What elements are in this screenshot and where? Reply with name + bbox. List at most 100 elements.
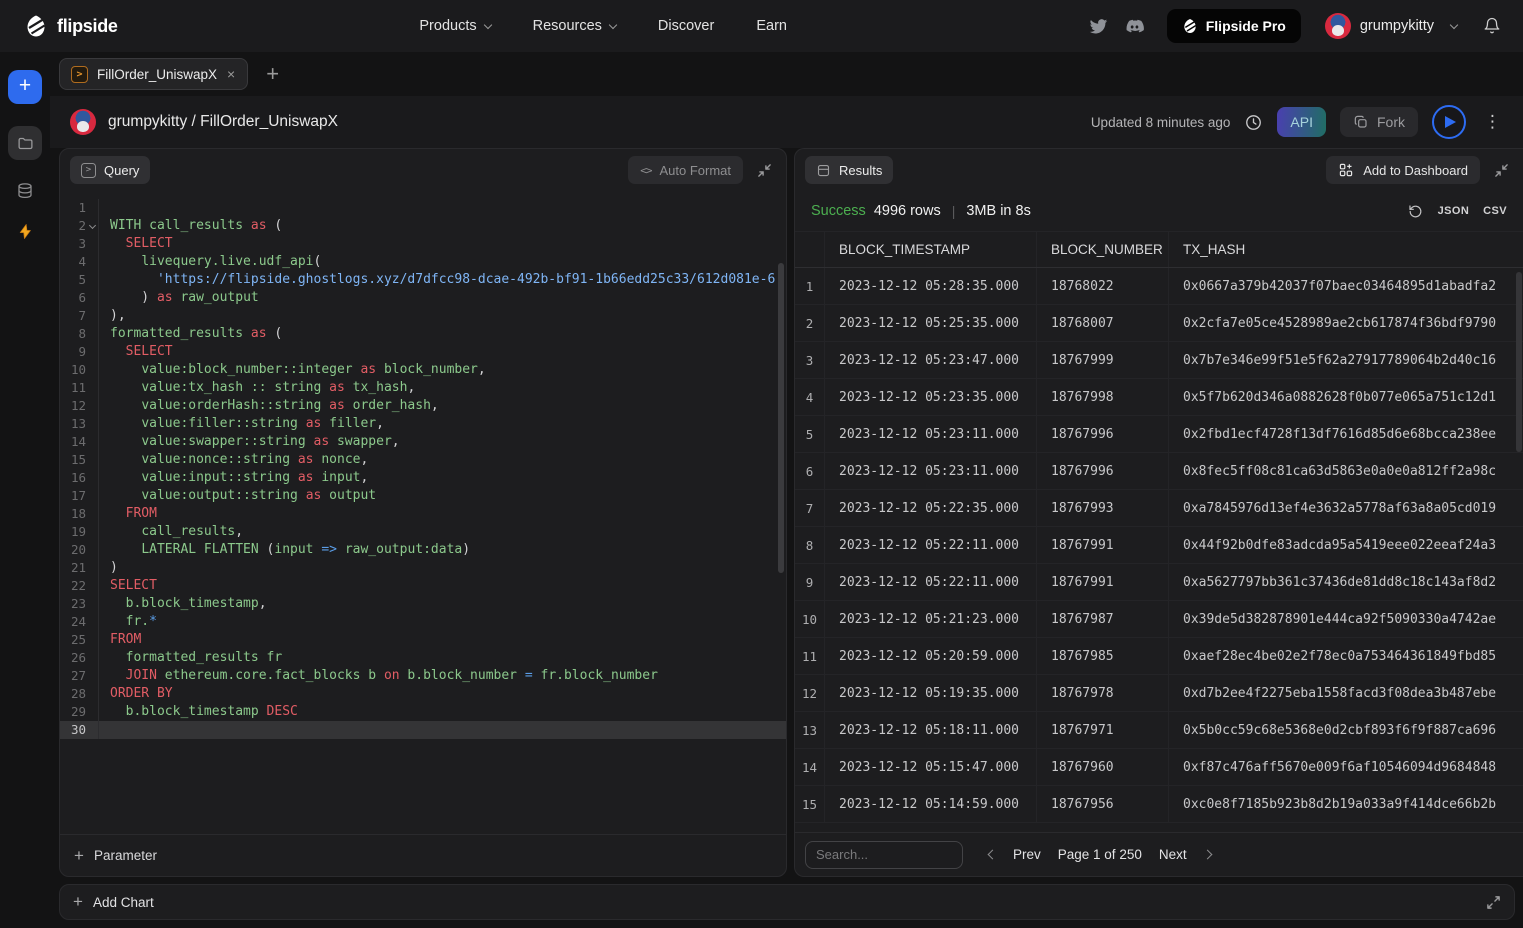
api-button[interactable]: API [1277, 107, 1326, 137]
username: grumpykitty [1360, 18, 1434, 34]
code-line[interactable]: 19 call_results, [60, 523, 786, 541]
avatar [1325, 13, 1351, 39]
code-line[interactable]: 11 value:tx_hash :: string as tx_hash, [60, 379, 786, 397]
notifications-bell-icon[interactable] [1483, 17, 1501, 35]
editor-scrollbar[interactable] [778, 263, 784, 573]
run-query-button[interactable] [1432, 105, 1466, 139]
code-line[interactable]: 16 value:input::string as input, [60, 469, 786, 487]
auto-format-button[interactable]: <> Auto Format [628, 156, 743, 184]
search-input[interactable] [805, 841, 963, 869]
code-line[interactable]: 8formatted_results as ( [60, 325, 786, 343]
column-tx-hash[interactable]: TX_HASH [1169, 232, 1523, 267]
plus-icon: + [74, 846, 84, 866]
table-row[interactable]: 32023-12-12 05:23:47.000187679990x7b7e34… [795, 342, 1523, 379]
code-line[interactable]: 6 ) as raw_output [60, 289, 786, 307]
code-line[interactable]: 17 value:output::string as output [60, 487, 786, 505]
dashboard-grid-icon [1338, 162, 1354, 178]
discord-icon[interactable] [1124, 16, 1145, 37]
code-line[interactable]: 18 FROM [60, 505, 786, 523]
code-line[interactable]: 13 value:filler::string as filler, [60, 415, 786, 433]
table-row[interactable]: 102023-12-12 05:21:23.000187679870x39de5… [795, 601, 1523, 638]
query-panel-tab[interactable]: > Query [70, 156, 150, 184]
export-csv-button[interactable]: CSV [1483, 205, 1507, 217]
fork-copy-icon [1353, 114, 1369, 130]
next-chevron-icon[interactable] [1202, 850, 1212, 860]
code-line[interactable]: 29 b.block_timestamp DESC [60, 703, 786, 721]
table-row[interactable]: 82023-12-12 05:22:11.000187679910x44f92b… [795, 527, 1523, 564]
run-history-icon[interactable] [1407, 203, 1424, 220]
flipside-logo[interactable]: flipside [24, 14, 118, 38]
code-line[interactable]: 21) [60, 559, 786, 577]
table-row[interactable]: 42023-12-12 05:23:35.000187679980x5f7b62… [795, 379, 1523, 416]
main-area: > FillOrder_UniswapX × + grumpykitty / F… [50, 52, 1523, 928]
flipside-pro-button[interactable]: Flipside Pro [1167, 9, 1301, 43]
table-row[interactable]: 142023-12-12 05:15:47.000187679600xf87c4… [795, 749, 1523, 786]
table-row[interactable]: 62023-12-12 05:23:11.000187679960x8fec5f… [795, 453, 1523, 490]
export-json-button[interactable]: JSON [1438, 205, 1470, 217]
code-line[interactable]: 27 JOIN ethereum.core.fact_blocks b on b… [60, 667, 786, 685]
new-query-button[interactable]: + [8, 70, 42, 104]
kebab-menu-icon[interactable]: ⋮ [1480, 112, 1505, 132]
history-clock-icon[interactable] [1244, 113, 1263, 132]
add-chart-bar[interactable]: + Add Chart [59, 884, 1515, 920]
play-icon [1445, 116, 1456, 128]
table-row[interactable]: 132023-12-12 05:18:11.000187679710x5b0cc… [795, 712, 1523, 749]
sql-editor[interactable]: 12WITH call_results as (3 SELECT4 livequ… [60, 191, 786, 834]
code-line[interactable]: 14 value:swapper::string as swapper, [60, 433, 786, 451]
code-line[interactable]: 2WITH call_results as ( [60, 217, 786, 235]
nav-item-resources[interactable]: Resources [533, 18, 616, 34]
code-line[interactable]: 9 SELECT [60, 343, 786, 361]
code-line[interactable]: 5 'https://flipside.ghostlogs.xyz/d7dfcc… [60, 271, 786, 289]
table-row[interactable]: 22023-12-12 05:25:35.000187680070x2cfa7e… [795, 305, 1523, 342]
add-to-dashboard-button[interactable]: Add to Dashboard [1326, 156, 1480, 184]
results-scrollbar[interactable] [1516, 272, 1522, 452]
code-line[interactable]: 1 [60, 199, 786, 217]
code-line[interactable]: 28ORDER BY [60, 685, 786, 703]
code-line[interactable]: 4 livequery.live.udf_api( [60, 253, 786, 271]
results-panel-tab[interactable]: Results [805, 156, 893, 184]
code-line[interactable]: 3 SELECT [60, 235, 786, 253]
column-block-timestamp[interactable]: BLOCK_TIMESTAMP [825, 232, 1037, 267]
code-line[interactable]: 25FROM [60, 631, 786, 649]
table-row[interactable]: 122023-12-12 05:19:35.000187679780xd7b2e… [795, 675, 1523, 712]
tab-fillorder-uniswapx[interactable]: > FillOrder_UniswapX × [59, 58, 248, 90]
code-line[interactable]: 30 [60, 721, 786, 739]
user-menu[interactable]: grumpykitty [1325, 13, 1457, 39]
prev-chevron-icon[interactable] [988, 850, 998, 860]
nav-item-discover[interactable]: Discover [658, 18, 714, 34]
twitter-icon[interactable] [1089, 17, 1108, 36]
table-row[interactable]: 152023-12-12 05:14:59.000187679560xc0e8f… [795, 786, 1523, 823]
code-line[interactable]: 7), [60, 307, 786, 325]
code-line[interactable]: 23 b.block_timestamp, [60, 595, 786, 613]
nav-item-earn[interactable]: Earn [756, 18, 787, 34]
folder-button[interactable] [8, 126, 42, 160]
code-line[interactable]: 10 value:block_number::integer as block_… [60, 361, 786, 379]
next-button[interactable]: Next [1159, 847, 1187, 862]
add-parameter-button[interactable]: + Parameter [60, 834, 786, 876]
code-line[interactable]: 12 value:orderHash::string as order_hash… [60, 397, 786, 415]
collapse-panel-icon[interactable] [1494, 163, 1509, 178]
new-tab-button[interactable]: + [266, 63, 279, 85]
fork-button[interactable]: Fork [1340, 107, 1418, 137]
lightning-icon[interactable] [17, 222, 34, 241]
code-line[interactable]: 24 fr.* [60, 613, 786, 631]
table-row[interactable]: 72023-12-12 05:22:35.000187679930xa78459… [795, 490, 1523, 527]
nav-item-products[interactable]: Products [419, 18, 490, 34]
table-row[interactable]: 12023-12-12 05:28:35.000187680220x0667a3… [795, 268, 1523, 305]
code-line[interactable]: 15 value:nonce::string as nonce, [60, 451, 786, 469]
code-line[interactable]: 20 LATERAL FLATTEN (input => raw_output:… [60, 541, 786, 559]
expand-icon[interactable] [1486, 895, 1501, 910]
workspace-panels: > Query <> Auto Format 12WITH ca [50, 148, 1523, 877]
collapse-panel-icon[interactable] [757, 163, 772, 178]
result-size: 3MB in 8s [966, 203, 1030, 219]
table-row[interactable]: 92023-12-12 05:22:11.000187679910xa56277… [795, 564, 1523, 601]
tab-close-icon[interactable]: × [226, 66, 236, 82]
code-line[interactable]: 26 formatted_results fr [60, 649, 786, 667]
table-row[interactable]: 112023-12-12 05:20:59.000187679850xaef28… [795, 638, 1523, 675]
code-line[interactable]: 22SELECT [60, 577, 786, 595]
plus-icon: + [73, 892, 83, 912]
database-icon[interactable] [16, 182, 34, 200]
prev-button[interactable]: Prev [1013, 847, 1041, 862]
column-block-number[interactable]: BLOCK_NUMBER [1037, 232, 1169, 267]
table-row[interactable]: 52023-12-12 05:23:11.000187679960x2fbd1e… [795, 416, 1523, 453]
